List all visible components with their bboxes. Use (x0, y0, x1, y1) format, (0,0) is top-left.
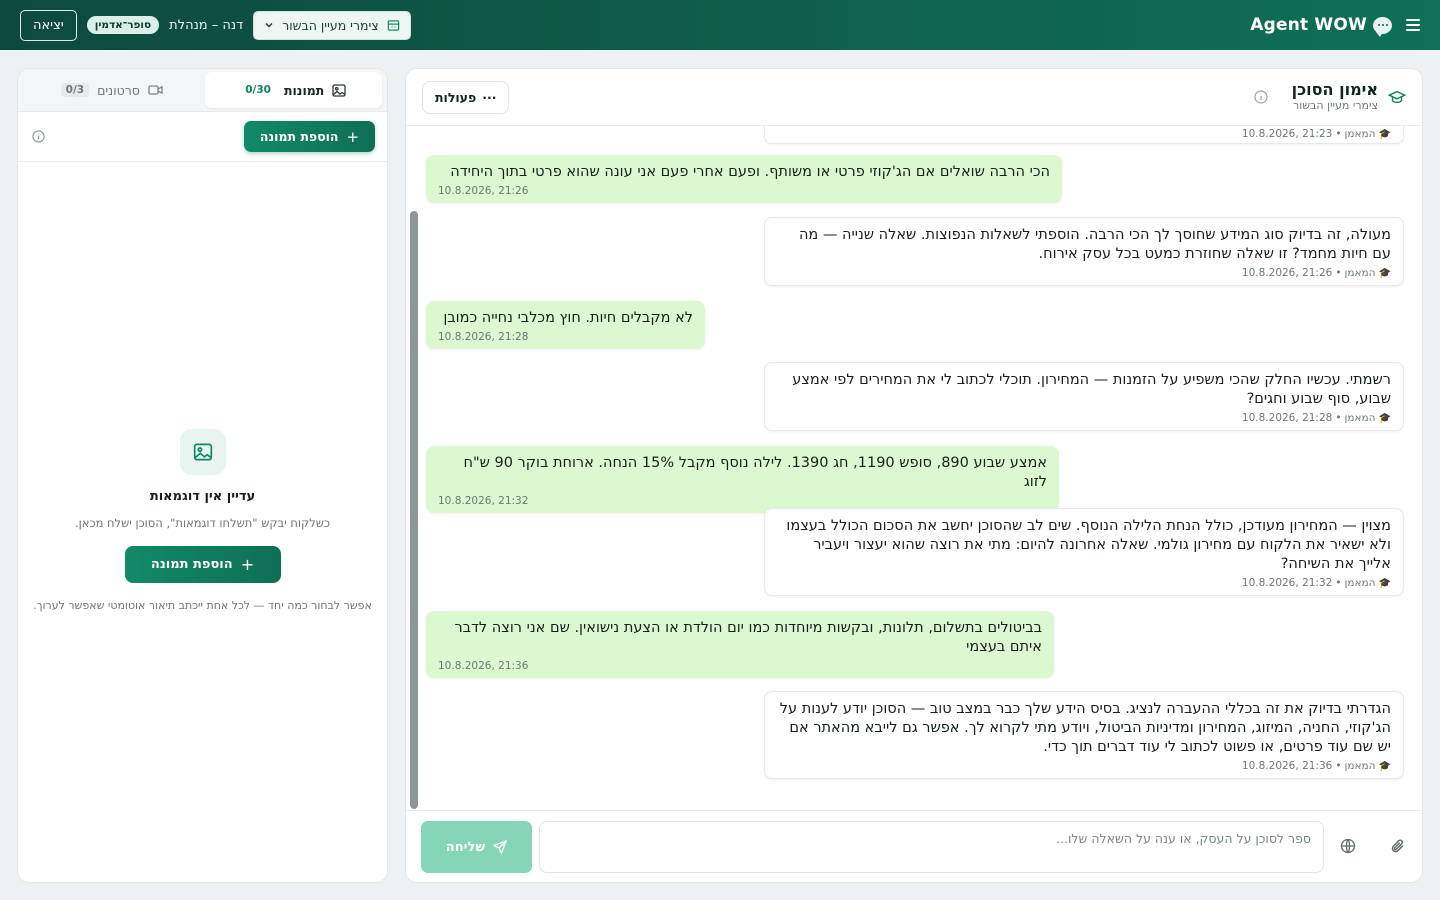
agent-message: מעולה, זה בדיוק סוג המידע שחוסך לך הכי ה… (764, 217, 1404, 286)
actions-label: פעולות (435, 89, 477, 105)
message-meta: 🎓 המאמן • 21:26 ,10.8.2026 (1241, 267, 1391, 279)
chevron-down-icon (265, 22, 273, 28)
agent-message: הגדרתי בדיוק את זה בכללי ההעברה לנציג. ב… (764, 691, 1404, 779)
message-sender: המאמן (1344, 760, 1376, 772)
menu-icon[interactable] (1406, 19, 1420, 31)
message-sender: המאמן (1344, 577, 1376, 589)
empty-description: כשלקוח יבקש "תשלחו דוגמאות", הסוכן ישלח … (75, 516, 330, 530)
app-logo[interactable]: Agent WOW (1250, 15, 1392, 37)
user-message: לא מקבלים חיות. חוץ מכלבי נחייה כמובן 21… (426, 301, 705, 349)
message-time: 21:36 ,10.8.2026 (438, 660, 529, 672)
message-input[interactable] (539, 821, 1324, 873)
message-composer: שליחה (406, 810, 1422, 882)
image-icon (332, 83, 346, 97)
message-sender: המאמן (1344, 412, 1376, 424)
info-icon[interactable] (32, 130, 45, 143)
send-button[interactable]: שליחה (421, 821, 532, 873)
user-controls: צימרי מעיין הבשור דנה – מנהלת סופר־אדמין… (20, 9, 411, 41)
message-time: 21:32 ,10.8.2026 (1241, 577, 1333, 589)
media-tabs: תמונות 0/30 סרטונים 0/3 (18, 69, 387, 112)
message-time: 21:23 ,10.8.2026 (1241, 128, 1333, 140)
message-meta: 🎓 המאמן • 21:36 ,10.8.2026 (1241, 760, 1391, 772)
graduation-cap-icon: 🎓 (1378, 577, 1391, 589)
user-message: הכי הרבה שואלים אם הג'קוזי פרטי או משותף… (426, 155, 1062, 203)
video-icon (148, 85, 163, 95)
add-image-label: הוספת תמונה (259, 129, 339, 144)
message-time: 21:26 ,10.8.2026 (1241, 267, 1333, 279)
graduation-cap-icon: 🎓 (1378, 128, 1391, 140)
message-time: 21:28 ,10.8.2026 (438, 331, 529, 343)
chat-title: אימון הסוכן (1291, 80, 1378, 99)
business-select-value: צימרי מעיין הבשור (282, 17, 379, 33)
user-message: אמצע שבוע 890, סופש 1190, חג 1390. לילה … (426, 446, 1059, 513)
add-image-cta-label: הוספת תמונה (150, 557, 233, 572)
top-bar: Agent WOW צימרי מעיין הבשור דנה – מנהלת … (0, 0, 1440, 50)
building-icon (387, 19, 399, 31)
chat-title-group: אימון הסוכן צימרי מעיין הבשור (1253, 80, 1406, 113)
user-message: בביטולים בתשלום, תלונות, ובקשות מיוחדות … (426, 611, 1054, 678)
message-list[interactable]: 🎓 המאמן • 21:23 ,10.8.2026 הכי הרבה שואל… (406, 126, 1422, 810)
paperclip-icon[interactable] (1390, 838, 1406, 854)
message-time: 21:36 ,10.8.2026 (1241, 760, 1333, 772)
message-time: 21:28 ,10.8.2026 (1241, 412, 1333, 424)
send-label: שליחה (445, 839, 486, 855)
empty-hint: אפשר לבחור כמה יחד — לכל אחת ייכתב תיאור… (33, 599, 372, 612)
agent-message: רשמתי. עכשיו החלק שהכי משפיע על הזמנות —… (764, 362, 1404, 431)
message-text: לא מקבלים חיות. חוץ מכלבי נחייה כמובן (443, 310, 693, 326)
brand-name: Agent WOW (1250, 15, 1367, 35)
actions-button[interactable]: ··· פעולות (422, 80, 510, 114)
brand: Agent WOW (1250, 15, 1420, 37)
message-meta: 🎓 המאמן • 21:28 ,10.8.2026 (1241, 412, 1391, 424)
role-badge: סופר־אדמין (86, 16, 160, 34)
chat-bubble-icon (1373, 16, 1392, 37)
chat-subtitle: צימרי מעיין הבשור (1293, 99, 1378, 112)
tab-images[interactable]: תמונות 0/30 (204, 72, 382, 108)
message-meta: 🎓 המאמן • 21:32 ,10.8.2026 (1241, 577, 1391, 589)
user-name: דנה – מנהלת (169, 17, 244, 33)
plus-icon: + (346, 127, 360, 146)
message-text: הגדרתי בדיוק את זה בכללי ההעברה לנציג. ב… (779, 701, 1391, 755)
tab-count: 0/3 (60, 83, 90, 97)
globe-icon[interactable] (1340, 838, 1356, 854)
empty-state: עדיין אין דוגמאות כשלקוח יבקש "תשלחו דוג… (18, 429, 387, 612)
image-icon (179, 429, 226, 475)
message-text: אמצע שבוע 890, סופש 1190, חג 1390. לילה … (463, 455, 1047, 490)
training-chat-panel: אימון הסוכן צימרי מעיין הבשור ··· פעולות… (405, 68, 1423, 883)
plus-icon: + (240, 555, 255, 574)
agent-message: מצוין — המחירון מעודכן, כולל הנחת הלילה … (764, 508, 1404, 596)
media-samples-panel: תמונות 0/30 סרטונים 0/3 + הוספת תמונה עד… (17, 68, 388, 883)
chat-scrollbar[interactable] (410, 211, 418, 809)
graduation-cap-icon: 🎓 (1378, 267, 1391, 279)
graduation-cap-icon: 🎓 (1378, 760, 1391, 772)
message-sender: המאמן (1344, 128, 1376, 140)
ellipsis-icon: ··· (482, 89, 497, 105)
chat-header: אימון הסוכן צימרי מעיין הבשור ··· פעולות (406, 69, 1422, 126)
message-text: הכי הרבה שואלים אם הג'קוזי פרטי או משותף… (450, 164, 1050, 180)
tab-label: סרטונים (97, 82, 140, 98)
tab-videos[interactable]: סרטונים 0/3 (23, 72, 201, 108)
graduation-cap-icon (1388, 90, 1406, 104)
message-time: 21:26 ,10.8.2026 (438, 185, 529, 197)
media-toolbar: + הוספת תמונה (18, 112, 387, 162)
logout-button[interactable]: יציאה (20, 9, 77, 41)
tab-label: תמונות (283, 82, 325, 98)
add-image-button[interactable]: + הוספת תמונה (244, 121, 375, 152)
message-text: מצוין — המחירון מעודכן, כולל הנחת הלילה … (786, 518, 1391, 572)
empty-title: עדיין אין דוגמאות (149, 489, 256, 504)
business-select[interactable]: צימרי מעיין הבשור (253, 10, 411, 40)
add-image-cta-button[interactable]: + הוספת תמונה (124, 546, 281, 583)
message-text: מעולה, זה בדיוק סוג המידע שחוסך לך הכי ה… (798, 227, 1391, 262)
message-text: בביטולים בתשלום, תלונות, ובקשות מיוחדות … (454, 620, 1042, 655)
message-sender: המאמן (1344, 267, 1376, 279)
message-time: 21:32 ,10.8.2026 (438, 495, 529, 507)
info-icon[interactable] (1253, 90, 1268, 104)
tab-count: 0/30 (245, 84, 271, 96)
message-meta: 🎓 המאמן • 21:23 ,10.8.2026 (1241, 128, 1391, 140)
agent-message: 🎓 המאמן • 21:23 ,10.8.2026 (764, 126, 1404, 144)
send-icon (493, 840, 508, 854)
message-text: רשמתי. עכשיו החלק שהכי משפיע על הזמנות —… (792, 372, 1391, 407)
graduation-cap-icon: 🎓 (1378, 412, 1391, 424)
